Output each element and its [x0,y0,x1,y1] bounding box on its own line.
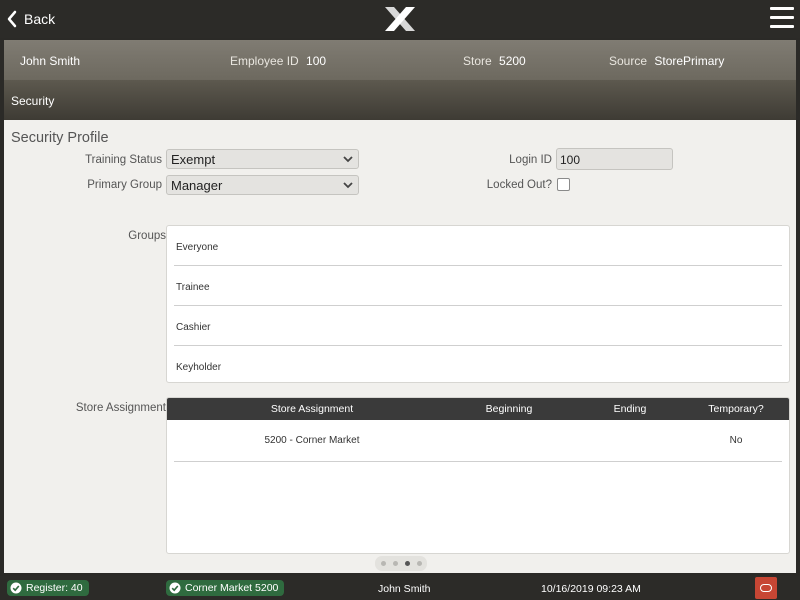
column-header: Store Assignment [270,403,354,415]
employee-id-field: Employee ID 100 [230,54,326,68]
back-label: Back [24,11,56,27]
hamburger-menu-icon[interactable] [770,7,794,29]
section-title: Security [11,94,55,108]
groups-list: Everyone Trainee Cashier Keyholder [166,225,790,383]
section-bar: Security [4,80,796,120]
chevron-down-icon [343,156,353,163]
primary-group-value: Manager [171,178,223,193]
main-panel: John Smith Employee ID 100 Store 5200 So… [4,40,796,573]
employee-name: John Smith [20,54,81,68]
page-dot[interactable] [417,561,422,566]
page-dot-active[interactable] [405,561,410,566]
training-status-value: Exempt [171,152,216,167]
table-row[interactable]: 5200 - Corner Market No [174,420,782,462]
current-datetime: 10/16/2019 09:23 AM [541,583,641,595]
group-name: Keyholder [176,362,222,373]
training-status-label: Training Status [85,154,162,166]
source-field: Source StorePrimary [609,54,724,68]
column-header: Ending [613,403,647,415]
store-value: 5200 [499,54,526,68]
store-status-badge: Corner Market 5200 [166,580,285,596]
store-assignment-table: Store Assignment Beginning Ending Tempor… [166,397,790,554]
training-status-select[interactable]: Exempt [166,149,359,169]
store-field: Store 5200 [463,54,526,68]
register-status-badge: Register: 40 [7,580,89,596]
current-user: John Smith [378,583,431,595]
source-value: StorePrimary [654,54,725,68]
page-dot[interactable] [381,561,386,566]
primary-group-select[interactable]: Manager [166,175,359,195]
table-header: Store Assignment Beginning Ending Tempor… [167,398,789,420]
groups-label: Groups [128,230,166,242]
employee-id-label: Employee ID [230,54,299,68]
column-header: Beginning [485,403,533,415]
login-id-label: Login ID [509,154,552,166]
check-circle-icon [169,582,181,594]
locked-out-checkbox[interactable] [557,178,570,191]
locked-out-label: Locked Out? [486,179,552,191]
security-profile-title: Security Profile [11,130,109,146]
store-assignment-cell: 5200 - Corner Market [264,435,360,446]
employee-header: John Smith Employee ID 100 Store 5200 So… [4,40,796,80]
oracle-icon[interactable] [755,577,777,599]
list-item[interactable]: Keyholder [174,346,782,386]
primary-group-label: Primary Group [87,179,162,191]
register-text: Register: 40 [26,582,83,594]
store-text: Corner Market 5200 [185,582,279,594]
x-logo-icon [385,7,415,31]
login-id-field[interactable]: 100 [556,148,673,170]
page-indicator[interactable] [375,556,427,571]
check-circle-icon [10,582,22,594]
employee-id-value: 100 [306,54,327,68]
status-bar: Register: 40 Corner Market 5200 John Smi… [0,576,800,600]
list-item[interactable]: Cashier [174,306,782,346]
list-item[interactable]: Everyone [174,226,782,266]
source-label: Source [609,54,648,68]
group-name: Trainee [176,282,210,293]
back-button[interactable]: Back [6,8,55,30]
list-item[interactable]: Trainee [174,266,782,306]
page-dot[interactable] [393,561,398,566]
store-label: Store [463,54,492,68]
group-name: Cashier [176,322,211,333]
group-name: Everyone [176,242,219,253]
temporary-cell: No [729,435,743,446]
chevron-down-icon [343,182,353,189]
top-bar: Back [0,0,800,38]
column-header: Temporary? [708,403,764,415]
store-assignment-label: Store Assignment [75,402,166,414]
chevron-left-icon [7,10,17,28]
